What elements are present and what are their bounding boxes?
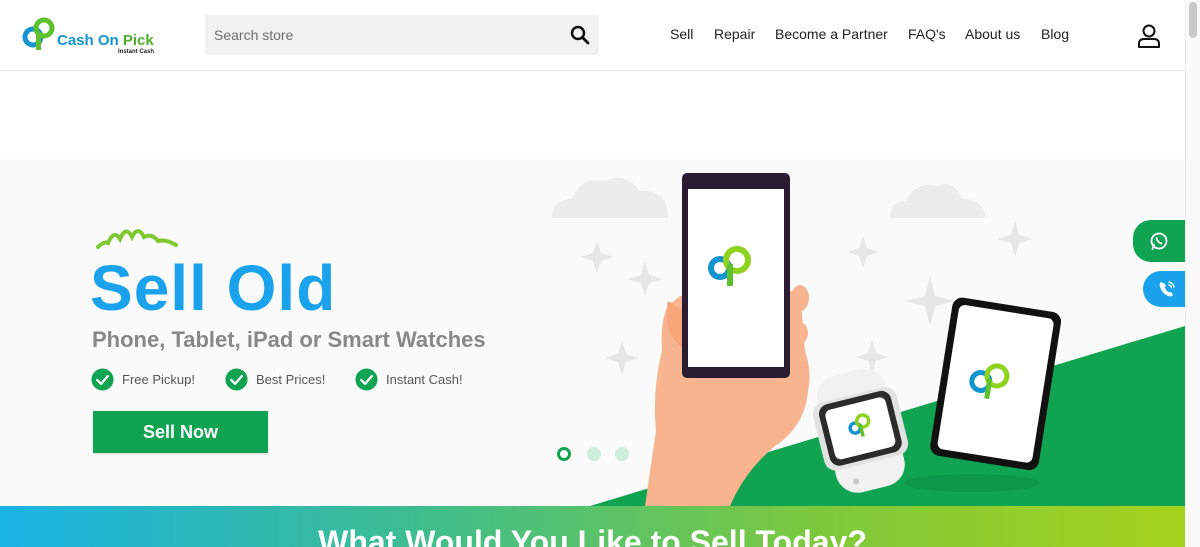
hero-subtitle: Phone, Tablet, iPad or Smart Watches — [92, 327, 486, 352]
nav-faqs[interactable]: FAQ's — [908, 26, 946, 42]
search-button[interactable] — [569, 24, 591, 46]
section-title: What Would You Like to Sell Today? — [318, 524, 867, 547]
whatsapp-button[interactable] — [1133, 220, 1185, 262]
brand-tagline: Instant Cash — [118, 49, 155, 55]
brand-logo[interactable]: Cash On Pick Instant Cash — [22, 16, 172, 58]
feature-best-prices: Best Prices! — [225, 368, 345, 392]
nav-about-us[interactable]: About us — [965, 26, 1020, 42]
search-icon — [570, 25, 590, 45]
sell-categories-section: What Would You Like to Sell Today? — [0, 506, 1185, 547]
sell-now-button[interactable]: Sell Now — [93, 411, 268, 453]
check-circle-icon — [91, 368, 114, 391]
feature-free-pickup: Free Pickup! — [91, 368, 211, 392]
nav-become-partner[interactable]: Become a Partner — [775, 26, 888, 42]
user-icon — [1138, 24, 1160, 48]
feature-label: Free Pickup! — [122, 372, 195, 387]
page-scrollbar[interactable] — [1185, 0, 1200, 547]
nav-blog[interactable]: Blog — [1041, 26, 1069, 42]
brand-name: Cash On Pick — [57, 32, 154, 49]
nav-repair[interactable]: Repair — [714, 26, 755, 42]
feature-label: Instant Cash! — [386, 372, 463, 387]
nav-sell[interactable]: Sell — [670, 26, 693, 42]
logo-mark-icon — [22, 17, 55, 50]
decorative-squiggle — [96, 229, 178, 249]
search-input[interactable] — [205, 15, 555, 55]
scrollbar-thumb[interactable] — [1189, 2, 1197, 38]
carousel-dot-3[interactable] — [615, 447, 629, 461]
call-button[interactable] — [1143, 271, 1185, 307]
feature-instant-cash: Instant Cash! — [355, 368, 485, 392]
check-circle-icon — [355, 368, 378, 391]
carousel-dot-1[interactable] — [557, 447, 571, 461]
carousel-dot-2[interactable] — [587, 447, 601, 461]
phone-icon — [1159, 281, 1175, 297]
check-circle-icon — [225, 368, 248, 391]
hero-banner: Sell Old Phone, Tablet, iPad or Smart Wa… — [0, 71, 1185, 506]
whatsapp-icon — [1150, 232, 1168, 250]
feature-label: Best Prices! — [256, 372, 326, 387]
site-header: Cash On Pick Instant Cash Sell Repair Be… — [0, 0, 1185, 71]
page: Cash On Pick Instant Cash Sell Repair Be… — [0, 0, 1200, 547]
account-button[interactable] — [1136, 23, 1162, 49]
search-bar — [205, 15, 599, 55]
hero-title: Sell Old — [90, 252, 337, 324]
